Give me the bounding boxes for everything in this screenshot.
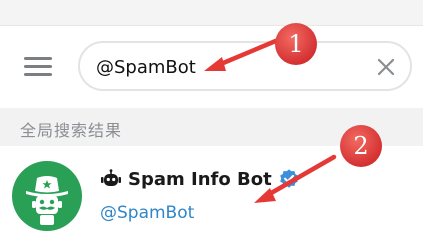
result-username: @SpamBot — [100, 203, 195, 223]
window-top-strip — [0, 0, 423, 26]
cowboy-robot-avatar-icon — [26, 176, 68, 225]
hamburger-menu-icon[interactable] — [24, 56, 52, 78]
search-box[interactable] — [78, 41, 412, 91]
verified-badge-icon — [279, 169, 298, 188]
telegram-search-screen: 全局搜索结果 — [0, 0, 423, 241]
result-title: Spam Info Bot — [100, 166, 300, 192]
bot-icon — [101, 169, 121, 186]
search-bar-row — [0, 26, 423, 106]
section-title: 全局搜索结果 — [20, 121, 123, 140]
close-icon[interactable] — [376, 57, 396, 77]
annotation-label-1: 1 — [288, 30, 304, 58]
result-name: Spam Info Bot — [128, 168, 272, 190]
annotation-label-2: 2 — [353, 132, 369, 160]
search-input[interactable] — [96, 55, 356, 79]
bot-avatar — [12, 161, 82, 231]
